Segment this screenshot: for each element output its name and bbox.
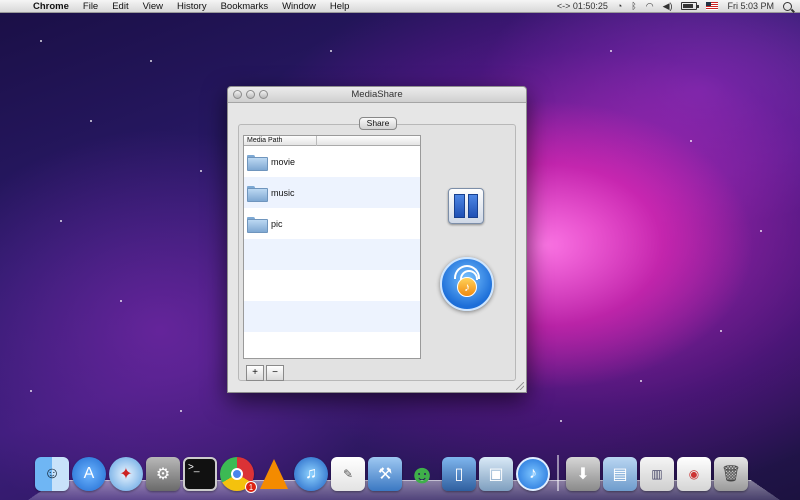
music-note-icon: ♪: [457, 277, 477, 297]
messenger-icon[interactable]: ☻: [405, 457, 439, 491]
terminal-icon[interactable]: >_: [183, 457, 217, 491]
chrome-icon[interactable]: 1: [220, 457, 257, 493]
menu-history[interactable]: History: [170, 0, 214, 13]
timer-readout[interactable]: <-> 01:50:25: [557, 0, 608, 13]
menu-help[interactable]: Help: [323, 0, 357, 13]
window-title: MediaShare: [351, 89, 403, 100]
chrome-notification-badge: 1: [245, 481, 257, 493]
itunes-icon[interactable]: ♫: [294, 457, 328, 491]
spotlight-search-icon[interactable]: [783, 1, 792, 11]
dock: ☺ A ✦ ⚙ >_ 1 ♫ ✎ ⚒ ☻ ▯ ▣ ♪ ⬇ ▤ ▥ ◉ 🗑: [35, 451, 775, 493]
time-machine-icon[interactable]: ◔: [617, 0, 622, 13]
table-row[interactable]: movie: [244, 146, 420, 177]
menu-app-name[interactable]: Chrome: [26, 0, 76, 13]
column-header-media-path[interactable]: Media Path: [244, 136, 420, 146]
system-preferences-icon[interactable]: ⚙: [146, 457, 180, 491]
xcode-icon[interactable]: ⚒: [368, 457, 402, 491]
menu-bookmarks[interactable]: Bookmarks: [214, 0, 276, 13]
folder-icon: [247, 216, 268, 233]
menu-edit[interactable]: Edit: [105, 0, 135, 13]
menu-file[interactable]: File: [76, 0, 105, 13]
add-path-button[interactable]: +: [246, 365, 264, 381]
input-source-flag-icon[interactable]: [706, 2, 719, 10]
pause-sharing-button[interactable]: [448, 188, 484, 224]
vlc-icon[interactable]: [257, 457, 291, 491]
empty-row: [244, 301, 420, 332]
tab-share[interactable]: Share: [359, 117, 397, 130]
start-sharing-button[interactable]: ♪: [440, 257, 494, 311]
textedit-icon[interactable]: ✎: [331, 457, 365, 491]
row-label: pic: [271, 218, 283, 229]
volume-icon[interactable]: ◀): [663, 0, 673, 13]
mediashare-window: MediaShare Share Media Path movie music …: [227, 86, 527, 393]
row-label: music: [271, 187, 295, 198]
bluetooth-icon[interactable]: ᛒ: [631, 0, 636, 13]
folder-icon: [247, 154, 268, 171]
close-button[interactable]: [233, 90, 242, 99]
trash-icon[interactable]: 🗑: [714, 457, 748, 491]
menu-bar: Chrome File Edit View History Bookmarks …: [0, 0, 800, 13]
table-row[interactable]: music: [244, 177, 420, 208]
app-store-icon[interactable]: A: [72, 457, 106, 491]
remove-path-button[interactable]: −: [266, 365, 284, 381]
menu-window[interactable]: Window: [275, 0, 323, 13]
clock[interactable]: Fri 5:03 PM: [727, 0, 774, 13]
resize-grip[interactable]: [516, 382, 524, 390]
wifi-icon[interactable]: ◠: [646, 0, 654, 13]
downloads-icon[interactable]: ⬇: [566, 457, 600, 491]
window-titlebar[interactable]: MediaShare: [228, 87, 526, 103]
ios-simulator-icon[interactable]: ▯: [442, 457, 476, 491]
preview-icon[interactable]: ▣: [479, 457, 513, 491]
battery-icon[interactable]: [681, 2, 700, 10]
zoom-button[interactable]: [259, 90, 268, 99]
dock-separator: [557, 455, 559, 491]
empty-row: [244, 270, 420, 301]
pause-icon: [454, 194, 478, 218]
safari-icon[interactable]: ✦: [109, 457, 143, 491]
documents-stack-icon[interactable]: ▥: [640, 457, 674, 491]
folder-icon: [247, 185, 268, 202]
row-label: movie: [271, 156, 296, 167]
finder-icon[interactable]: ☺: [35, 457, 69, 491]
web-stack-icon[interactable]: ◉: [677, 457, 711, 491]
applications-folder-icon[interactable]: ▤: [603, 457, 637, 491]
minimize-button[interactable]: [246, 90, 255, 99]
mediashare-icon[interactable]: ♪: [516, 457, 550, 491]
table-row[interactable]: pic: [244, 208, 420, 239]
empty-row: [244, 239, 420, 270]
media-path-table[interactable]: Media Path movie music pic: [243, 135, 421, 359]
menu-view[interactable]: View: [136, 0, 170, 13]
